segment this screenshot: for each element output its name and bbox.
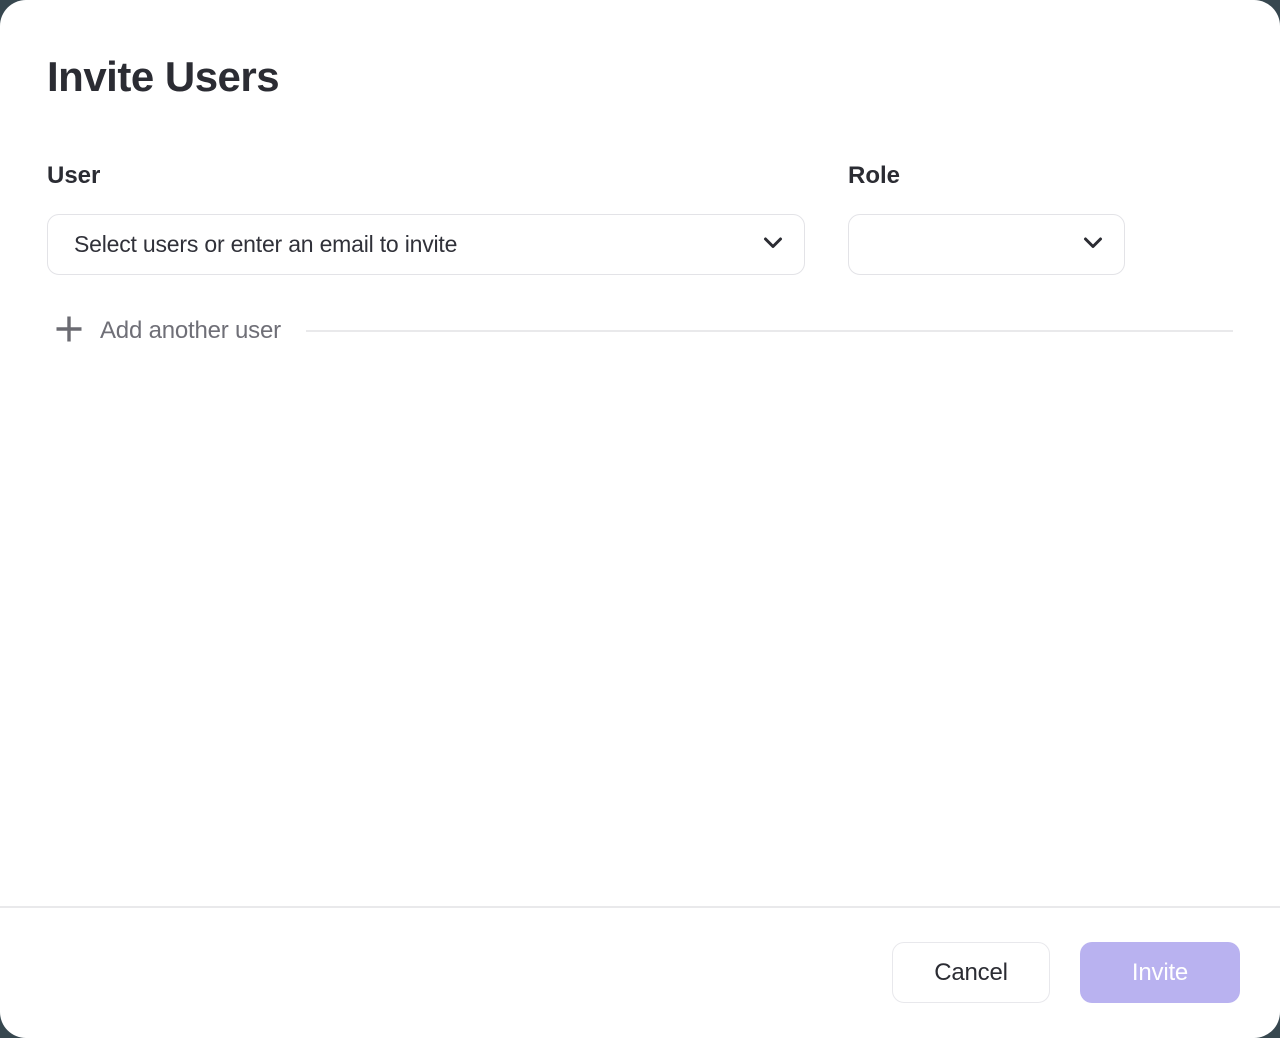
add-user-divider — [306, 330, 1233, 332]
role-field-label: Role — [848, 162, 1125, 191]
invite-fields-row: User Select users or enter an email to i… — [47, 162, 1233, 275]
add-another-user-button[interactable]: Add another user — [55, 315, 281, 346]
role-field-group: Role — [848, 162, 1125, 275]
dialog-footer: Cancel Invite — [0, 906, 1280, 1038]
dialog-content: Invite Users User Select users or enter … — [0, 0, 1280, 906]
page-title: Invite Users — [47, 52, 1233, 102]
invite-users-dialog: Invite Users User Select users or enter … — [0, 0, 1280, 1038]
invite-button[interactable]: Invite — [1080, 942, 1240, 1003]
user-select[interactable]: Select users or enter an email to invite — [47, 214, 805, 275]
cancel-button[interactable]: Cancel — [892, 942, 1050, 1003]
add-another-user-label: Add another user — [100, 317, 281, 345]
user-field-label: User — [47, 162, 805, 191]
add-user-row: Add another user — [47, 315, 1233, 346]
user-field-group: User Select users or enter an email to i… — [47, 162, 805, 275]
role-select[interactable] — [848, 214, 1125, 275]
chevron-down-icon — [1083, 236, 1103, 254]
user-select-value: Select users or enter an email to invite — [74, 231, 457, 258]
plus-icon — [55, 315, 83, 346]
chevron-down-icon — [763, 236, 783, 254]
